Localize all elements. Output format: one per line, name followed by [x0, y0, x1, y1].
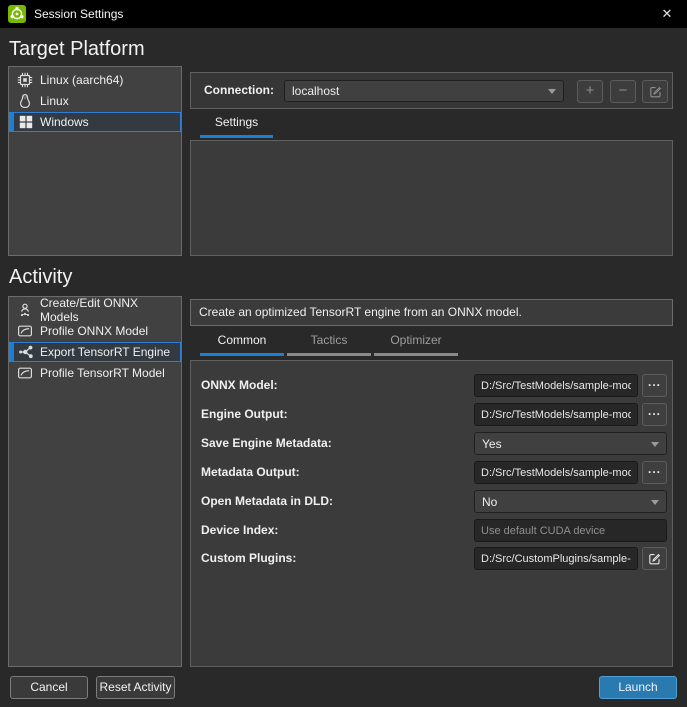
common-tab-form: ONNX Model: ... Engine Output: ... Save … — [190, 360, 673, 667]
close-icon: ✕ — [662, 6, 673, 21]
ellipsis-icon: ... — [648, 375, 661, 389]
windows-logo-icon — [18, 114, 34, 130]
tab-tactics-label: Tactics — [311, 333, 348, 347]
activity-description: Create an optimized TensorRT engine from… — [191, 300, 672, 325]
tab-settings[interactable]: Settings — [200, 112, 273, 138]
edit-pencil-icon — [643, 551, 666, 566]
reset-activity-button[interactable]: Reset Activity — [96, 676, 175, 699]
chevron-down-icon — [651, 442, 659, 451]
activity-description-box: Create an optimized TensorRT engine from… — [190, 299, 673, 326]
open-metadata-in-dld-label: Open Metadata in DLD: — [201, 490, 333, 513]
activity-item-profile-onnx[interactable]: Profile ONNX Model — [10, 321, 180, 341]
platform-item-linux[interactable]: Linux — [10, 91, 180, 111]
tab-optimizer-label: Optimizer — [390, 333, 441, 347]
title-bar: Session Settings ✕ — [0, 0, 687, 28]
target-platform-heading: Target Platform — [9, 38, 145, 61]
onnx-model-input[interactable] — [474, 374, 638, 397]
connection-dropdown[interactable]: localhost — [284, 80, 564, 102]
plus-icon: + — [586, 82, 595, 99]
save-engine-metadata-label: Save Engine Metadata: — [201, 432, 332, 455]
profile-gauge-icon — [17, 365, 33, 381]
activity-item-profile-tensorrt[interactable]: Profile TensorRT Model — [10, 363, 180, 383]
platform-item-label: Linux (aarch64) — [40, 73, 123, 87]
selection-bar — [10, 343, 14, 361]
custom-plugins-input[interactable] — [474, 547, 638, 570]
connection-label: Connection: — [204, 83, 274, 97]
connection-panel: Connection: localhost + − — [190, 72, 673, 109]
save-engine-metadata-value: Yes — [475, 437, 647, 451]
engine-output-browse-button[interactable]: ... — [642, 403, 667, 426]
activity-item-label: Profile ONNX Model — [40, 324, 148, 338]
linux-penguin-icon — [17, 93, 33, 109]
engine-output-label: Engine Output: — [201, 403, 288, 426]
activity-item-create-edit-onnx[interactable]: Create/Edit ONNX Models — [10, 300, 180, 320]
platform-item-linux-aarch64[interactable]: Linux (aarch64) — [10, 70, 180, 90]
custom-plugins-label: Custom Plugins: — [201, 547, 296, 570]
tab-common-label: Common — [218, 333, 267, 347]
activity-item-export-tensorrt[interactable]: Export TensorRT Engine — [9, 342, 181, 362]
remove-connection-button[interactable]: − — [610, 80, 636, 103]
connection-value: localhost — [285, 84, 544, 98]
ellipsis-icon: ... — [648, 404, 661, 418]
tab-underline — [374, 353, 458, 356]
onnx-model-label: ONNX Model: — [201, 374, 278, 397]
activity-heading: Activity — [9, 266, 72, 289]
tab-common[interactable]: Common — [200, 330, 284, 356]
activity-item-label: Create/Edit ONNX Models — [40, 296, 180, 324]
window-title: Session Settings — [34, 7, 123, 21]
activity-item-label: Profile TensorRT Model — [40, 366, 165, 380]
close-button[interactable]: ✕ — [647, 0, 687, 28]
metadata-output-input[interactable] — [474, 461, 638, 484]
network-graph-icon — [18, 344, 34, 360]
platform-item-label: Windows — [40, 115, 89, 129]
edit-pencil-icon — [643, 84, 667, 99]
activity-list: Create/Edit ONNX Models Profile ONNX Mod… — [8, 296, 182, 667]
minus-icon: − — [619, 82, 628, 99]
chevron-down-icon — [651, 500, 659, 509]
onnx-model-browse-button[interactable]: ... — [642, 374, 667, 397]
activity-item-label: Export TensorRT Engine — [40, 345, 170, 359]
edit-connection-button[interactable] — [642, 80, 668, 103]
open-metadata-in-dld-dropdown[interactable]: No — [474, 490, 667, 513]
platform-item-label: Linux — [40, 94, 69, 108]
tab-optimizer[interactable]: Optimizer — [374, 330, 458, 356]
cancel-button[interactable]: Cancel — [10, 676, 88, 699]
metadata-output-label: Metadata Output: — [201, 461, 300, 484]
tab-underline — [200, 135, 273, 138]
tab-tactics[interactable]: Tactics — [287, 330, 371, 356]
settings-panel — [190, 140, 673, 256]
save-engine-metadata-dropdown[interactable]: Yes — [474, 432, 667, 455]
open-metadata-in-dld-value: No — [475, 495, 647, 509]
tab-underline — [287, 353, 371, 356]
session-settings-dialog: Session Settings ✕ Target Platform — [0, 0, 687, 707]
custom-plugins-edit-button[interactable] — [642, 547, 667, 570]
cpu-icon — [17, 72, 33, 88]
engine-output-input[interactable] — [474, 403, 638, 426]
add-connection-button[interactable]: + — [577, 80, 603, 103]
metadata-output-browse-button[interactable]: ... — [642, 461, 667, 484]
device-index-input[interactable] — [474, 519, 667, 542]
chevron-down-icon — [548, 89, 556, 98]
target-platform-list: Linux (aarch64) Linux — [8, 66, 182, 256]
selection-bar — [10, 113, 14, 131]
platform-item-windows[interactable]: Windows — [9, 112, 181, 132]
device-index-label: Device Index: — [201, 519, 278, 542]
tab-underline — [200, 353, 284, 356]
ellipsis-icon: ... — [648, 462, 661, 476]
tab-settings-label: Settings — [215, 115, 258, 129]
profile-gauge-icon — [17, 323, 33, 339]
person-network-icon — [17, 302, 33, 318]
nsight-app-icon — [8, 5, 26, 23]
launch-button[interactable]: Launch — [599, 676, 677, 699]
